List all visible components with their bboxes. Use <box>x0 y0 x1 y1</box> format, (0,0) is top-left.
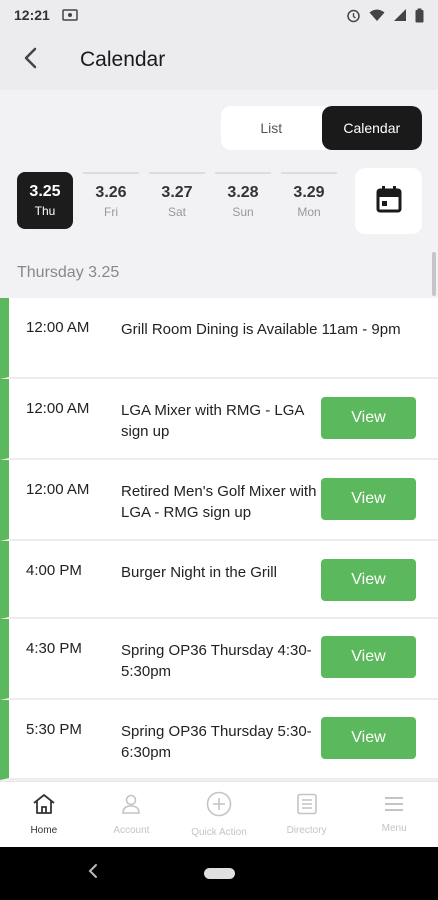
calendar-view-button[interactable]: Calendar <box>321 106 422 150</box>
date-item[interactable]: 3.25 Thu <box>17 172 73 229</box>
date-item[interactable]: 3.28 Sun <box>215 172 271 229</box>
app-header: Calendar <box>0 30 438 90</box>
nav-menu[interactable]: Menu <box>350 782 438 847</box>
view-button[interactable]: View <box>321 717 416 759</box>
calendar-picker-button[interactable] <box>355 168 422 234</box>
signal-icon <box>393 8 407 22</box>
date-weekday: Sat <box>167 205 186 219</box>
day-heading: Thursday 3.25 <box>17 264 120 281</box>
back-button[interactable] <box>0 30 60 90</box>
date-item[interactable]: 3.26 Fri <box>83 172 139 229</box>
date-number: 3.29 <box>293 184 325 201</box>
event-row[interactable]: 4:00 PM Burger Night in the Grill View <box>0 541 438 619</box>
event-title: Retired Men's Golf Mixer with LGA - RMG … <box>121 483 317 521</box>
system-home-pill[interactable] <box>203 868 235 879</box>
battery-icon <box>415 8 424 23</box>
date-number: 3.25 <box>29 183 61 200</box>
event-title: Burger Night in the Grill <box>121 564 277 581</box>
nav-label: Directory <box>286 825 327 836</box>
calendar-icon <box>376 185 402 218</box>
event-time: 12:00 AM <box>26 481 90 498</box>
date-number: 3.28 <box>227 184 259 201</box>
list-view-button[interactable]: List <box>221 106 322 150</box>
nav-account[interactable]: Account <box>88 782 176 847</box>
view-toggle: List Calendar <box>221 106 422 150</box>
nav-directory[interactable]: Directory <box>263 782 351 847</box>
event-time: 12:00 AM <box>26 400 90 417</box>
status-time: 12:21 <box>14 7 50 23</box>
page-title: Calendar <box>80 48 166 71</box>
event-row[interactable]: 12:00 AM Retired Men's Golf Mixer with L… <box>0 460 438 541</box>
plus-circle-icon <box>206 791 232 822</box>
system-back-icon[interactable] <box>88 863 98 884</box>
bottom-nav: Home Account Quick Action Directory Menu <box>0 781 438 847</box>
nav-quick-action[interactable]: Quick Action <box>175 782 263 847</box>
view-button[interactable]: View <box>321 478 416 520</box>
event-time: 4:30 PM <box>26 640 82 657</box>
date-weekday: Mon <box>297 205 321 219</box>
date-number: 3.27 <box>161 184 193 201</box>
directory-icon <box>296 793 318 820</box>
date-number: 3.26 <box>95 184 127 201</box>
event-time: 5:30 PM <box>26 721 82 738</box>
wifi-icon <box>369 9 385 22</box>
date-item[interactable]: 3.27 Sat <box>149 172 205 229</box>
event-time: 12:00 AM <box>26 319 90 336</box>
nav-home[interactable]: Home <box>0 782 88 847</box>
date-strip: 3.25 Thu 3.26 Fri 3.27 Sat 3.28 Sun 3.29… <box>17 172 337 230</box>
nav-label: Home <box>30 825 58 836</box>
event-title: Spring OP36 Thursday 4:30-5:30pm <box>121 642 312 680</box>
date-weekday: Thu <box>34 204 56 218</box>
event-time: 4:00 PM <box>26 562 82 579</box>
nav-label: Quick Action <box>191 827 247 838</box>
event-row[interactable]: 12:00 AM LGA Mixer with RMG - LGA sign u… <box>0 379 438 460</box>
nav-label: Menu <box>381 823 407 834</box>
date-weekday: Sun <box>232 205 254 219</box>
user-icon <box>120 793 142 820</box>
home-icon <box>32 793 56 820</box>
event-list: 12:00 AM Grill Room Dining is Available … <box>0 298 438 780</box>
view-button[interactable]: View <box>321 397 416 439</box>
event-row[interactable]: 4:30 PM Spring OP36 Thursday 4:30-5:30pm… <box>0 619 438 700</box>
date-item[interactable]: 3.29 Mon <box>281 172 337 229</box>
alarm-icon <box>346 8 361 23</box>
status-bar: 12:21 <box>0 0 438 30</box>
chevron-left-icon <box>23 47 37 74</box>
cast-icon <box>62 9 78 21</box>
event-row[interactable]: 12:00 AM Grill Room Dining is Available … <box>0 298 438 379</box>
event-title: Grill Room Dining is Available 11am - 9p… <box>121 321 401 338</box>
event-row[interactable]: 5:30 PM Spring OP36 Thursday 5:30-6:30pm… <box>0 700 438 780</box>
event-title: Spring OP36 Thursday 5:30-6:30pm <box>121 723 312 761</box>
event-title: LGA Mixer with RMG - LGA sign up <box>121 402 304 440</box>
system-nav-bar <box>0 847 438 900</box>
view-button[interactable]: View <box>321 559 416 601</box>
view-button[interactable]: View <box>321 636 416 678</box>
date-weekday: Fri <box>104 205 118 219</box>
hamburger-icon <box>383 795 405 818</box>
nav-label: Account <box>113 825 150 836</box>
scrollbar[interactable] <box>432 252 436 296</box>
